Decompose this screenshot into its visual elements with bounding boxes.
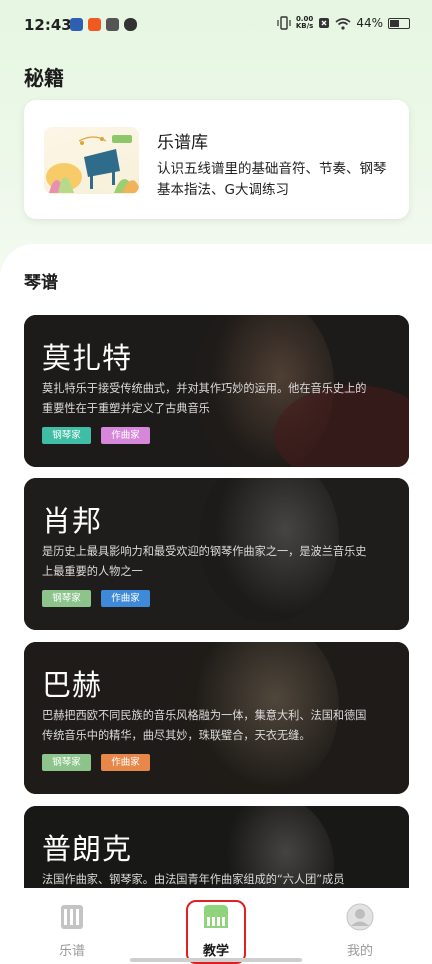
tag-composer: 作曲家 [101, 427, 150, 444]
nav-label-scores: 乐谱 [58, 944, 85, 959]
status-app-icons [70, 18, 137, 31]
nav-label-mine: 我的 [346, 944, 373, 959]
status-time: 12:43 [24, 16, 72, 34]
composer-name: 莫扎特 [42, 341, 133, 375]
composer-name: 肖邦 [42, 504, 103, 538]
composer-tags: 钢琴家 作曲家 [42, 427, 150, 444]
notification-app-icon [70, 18, 83, 31]
wifi-icon [335, 17, 351, 30]
score-library-desc: 认识五线谱里的基础音符、节奏、钢琴基本指法、G大调练习 [157, 161, 387, 198]
score-library-thumbnail [44, 127, 139, 194]
tag-composer: 作曲家 [101, 754, 150, 771]
status-indicators: 0.00 KB/s 44% [277, 16, 410, 30]
tag-composer: 作曲家 [101, 590, 150, 607]
nav-item-scores[interactable]: 乐谱 [42, 902, 102, 959]
active-tab-highlight [186, 900, 246, 964]
tag-pianist: 钢琴家 [42, 427, 91, 444]
battery-icon [388, 17, 410, 29]
tag-pianist: 钢琴家 [42, 754, 91, 771]
composer-tags: 钢琴家 作曲家 [42, 754, 150, 771]
home-indicator[interactable] [130, 958, 302, 962]
composer-tags: 钢琴家 作曲家 [42, 590, 150, 607]
user-avatar-icon [346, 903, 374, 931]
tag-pianist: 钢琴家 [42, 590, 91, 607]
composer-name: 普朗克 [42, 832, 133, 866]
composer-name: 巴赫 [42, 668, 103, 702]
nav-item-mine[interactable]: 我的 [330, 902, 390, 959]
score-library-title: 乐谱库 [157, 133, 208, 153]
composer-desc: 是历史上最具影响力和最受欢迎的钢琴作曲家之一，是波兰音乐史上最重要的人物之一 [42, 545, 367, 578]
vibrate-icon [277, 16, 291, 30]
network-speed-unit: KB/s [295, 22, 314, 30]
composer-card-bach[interactable]: 巴赫 巴赫把西欧不同民族的音乐风格融为一体，集意大利、法国和德国传统音乐中的精华… [24, 642, 409, 794]
no-sim-icon [319, 18, 330, 28]
status-bar: 12:43 0.00 KB/s 44% [0, 0, 432, 52]
composer-card-chopin[interactable]: 肖邦 是历史上最具影响力和最受欢迎的钢琴作曲家之一，是波兰音乐史上最重要的人物之… [24, 478, 409, 630]
music-score-icon [61, 905, 83, 929]
secrets-section-title: 秘籍 [24, 66, 64, 90]
battery-percent: 44% [356, 16, 383, 30]
sheets-section-title: 琴谱 [24, 273, 58, 293]
composer-card-mozart[interactable]: 莫扎特 莫扎特乐于接受传统曲式，并对其作巧妙的运用。他在音乐史上的重要性在于重塑… [24, 315, 409, 467]
score-library-card[interactable]: 乐谱库 认识五线谱里的基础音符、节奏、钢琴基本指法、G大调练习 [24, 100, 409, 219]
network-speed: 0.00 KB/s [296, 16, 313, 30]
composer-desc: 莫扎特乐于接受传统曲式，并对其作巧妙的运用。他在音乐史上的重要性在于重塑并定义了… [42, 382, 367, 415]
composer-desc: 法国作曲家、钢琴家。由法国青年作曲家组成的“六人团”成员 [42, 873, 345, 886]
piano-illustration-icon [46, 135, 139, 193]
composer-desc: 巴赫把西欧不同民族的音乐风格融为一体，集意大利、法国和德国传统音乐中的精华，曲尽… [42, 709, 367, 742]
notification-app-icon [88, 18, 101, 31]
notification-app-icon [124, 18, 137, 31]
notification-app-icon [106, 18, 119, 31]
